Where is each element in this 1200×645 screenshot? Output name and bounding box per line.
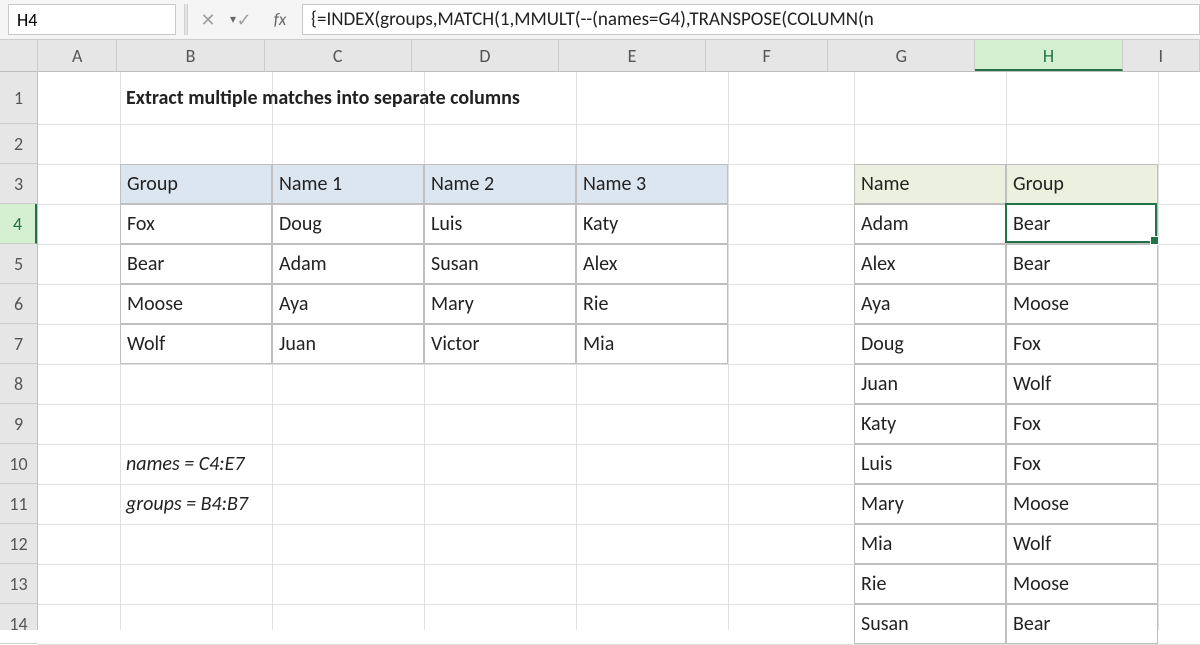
- table2-cell-0-1[interactable]: Bear: [1006, 204, 1158, 244]
- table2-cell-1-0[interactable]: Alex: [854, 244, 1006, 284]
- col-header-I[interactable]: I: [1123, 40, 1200, 71]
- select-all-corner[interactable]: [0, 40, 38, 72]
- table2-cell-0-0[interactable]: Adam: [854, 204, 1006, 244]
- table2-cell-6-1[interactable]: Fox: [1006, 444, 1158, 484]
- name-box-container[interactable]: ▾: [8, 4, 176, 35]
- row-header-3[interactable]: 3: [0, 164, 37, 204]
- table1-cell-1-2[interactable]: Susan: [424, 244, 576, 284]
- table1-cell-0-0[interactable]: Fox: [120, 204, 272, 244]
- table2-header-1[interactable]: Group: [1006, 164, 1158, 204]
- table2-cell-5-1[interactable]: Fox: [1006, 404, 1158, 444]
- table2-cell-5-0[interactable]: Katy: [854, 404, 1006, 444]
- col-header-B[interactable]: B: [117, 40, 264, 71]
- page-title: Extract multiple matches into separate c…: [120, 72, 728, 124]
- spreadsheet-grid: ABCDEFGHI 1234567891011121314 Extract mu…: [0, 40, 1200, 630]
- table2-cell-3-0[interactable]: Doug: [854, 324, 1006, 364]
- row-header-4[interactable]: 4: [0, 204, 37, 244]
- row-header-11[interactable]: 11: [0, 484, 37, 524]
- formula-input[interactable]: {=INDEX(groups,MATCH(1,MMULT(--(names=G4…: [302, 4, 1200, 35]
- row-header-13[interactable]: 13: [0, 564, 37, 604]
- table1-cell-1-1[interactable]: Adam: [272, 244, 424, 284]
- cancel-icon[interactable]: ✕: [190, 0, 226, 39]
- table2-cell-10-1[interactable]: Bear: [1006, 604, 1158, 644]
- row-header-9[interactable]: 9: [0, 404, 37, 444]
- table2-cell-7-0[interactable]: Mary: [854, 484, 1006, 524]
- table2-cell-8-1[interactable]: Wolf: [1006, 524, 1158, 564]
- table1-cell-0-3[interactable]: Katy: [576, 204, 728, 244]
- table2-cell-1-1[interactable]: Bear: [1006, 244, 1158, 284]
- row-header-2[interactable]: 2: [0, 124, 37, 164]
- table1-cell-2-1[interactable]: Aya: [272, 284, 424, 324]
- table2-cell-7-1[interactable]: Moose: [1006, 484, 1158, 524]
- fx-icon[interactable]: fx: [262, 0, 298, 39]
- col-header-H[interactable]: H: [975, 40, 1122, 71]
- table1-header-0[interactable]: Group: [120, 164, 272, 204]
- col-header-E[interactable]: E: [559, 40, 706, 71]
- table1-cell-1-3[interactable]: Alex: [576, 244, 728, 284]
- col-header-G[interactable]: G: [828, 40, 975, 71]
- row-header-5[interactable]: 5: [0, 244, 37, 284]
- table2-header-0[interactable]: Name: [854, 164, 1006, 204]
- table2-cell-4-0[interactable]: Juan: [854, 364, 1006, 404]
- table2-cell-9-0[interactable]: Rie: [854, 564, 1006, 604]
- row-headers: 1234567891011121314: [0, 72, 38, 630]
- row-header-14[interactable]: 14: [0, 604, 37, 644]
- formula-bar-separator: [184, 4, 188, 35]
- row-header-12[interactable]: 12: [0, 524, 37, 564]
- table2-cell-3-1[interactable]: Fox: [1006, 324, 1158, 364]
- table1-cell-1-0[interactable]: Bear: [120, 244, 272, 284]
- column-headers: ABCDEFGHI: [38, 40, 1200, 72]
- col-header-D[interactable]: D: [412, 40, 559, 71]
- table2-cell-9-1[interactable]: Moose: [1006, 564, 1158, 604]
- col-header-A[interactable]: A: [38, 40, 117, 71]
- col-header-F[interactable]: F: [706, 40, 828, 71]
- row-header-7[interactable]: 7: [0, 324, 37, 364]
- table2-cell-10-0[interactable]: Susan: [854, 604, 1006, 644]
- confirm-icon[interactable]: ✓: [226, 0, 262, 39]
- table2-cell-4-1[interactable]: Wolf: [1006, 364, 1158, 404]
- row-header-8[interactable]: 8: [0, 364, 37, 404]
- table1-header-3[interactable]: Name 3: [576, 164, 728, 204]
- table1-cell-3-0[interactable]: Wolf: [120, 324, 272, 364]
- table1-cell-3-3[interactable]: Mia: [576, 324, 728, 364]
- cells-area[interactable]: Extract multiple matches into separate c…: [38, 72, 1200, 630]
- table2-cell-2-0[interactable]: Aya: [854, 284, 1006, 324]
- table2-cell-2-1[interactable]: Moose: [1006, 284, 1158, 324]
- row-header-1[interactable]: 1: [0, 72, 37, 124]
- table1-cell-2-0[interactable]: Moose: [120, 284, 272, 324]
- note-groups: groups = B4:B7: [120, 484, 424, 524]
- table1-cell-0-1[interactable]: Doug: [272, 204, 424, 244]
- table1-cell-3-2[interactable]: Victor: [424, 324, 576, 364]
- row-header-10[interactable]: 10: [0, 444, 37, 484]
- row-header-6[interactable]: 6: [0, 284, 37, 324]
- table2-cell-8-0[interactable]: Mia: [854, 524, 1006, 564]
- table1-cell-0-2[interactable]: Luis: [424, 204, 576, 244]
- table1-header-2[interactable]: Name 2: [424, 164, 576, 204]
- note-names: names = C4:E7: [120, 444, 424, 484]
- table1-cell-3-1[interactable]: Juan: [272, 324, 424, 364]
- formula-bar: ▾ ✕ ✓ fx {=INDEX(groups,MATCH(1,MMULT(--…: [0, 0, 1200, 40]
- table1-cell-2-3[interactable]: Rie: [576, 284, 728, 324]
- table1-cell-2-2[interactable]: Mary: [424, 284, 576, 324]
- table1-header-1[interactable]: Name 1: [272, 164, 424, 204]
- col-header-C[interactable]: C: [265, 40, 412, 71]
- table2-cell-6-0[interactable]: Luis: [854, 444, 1006, 484]
